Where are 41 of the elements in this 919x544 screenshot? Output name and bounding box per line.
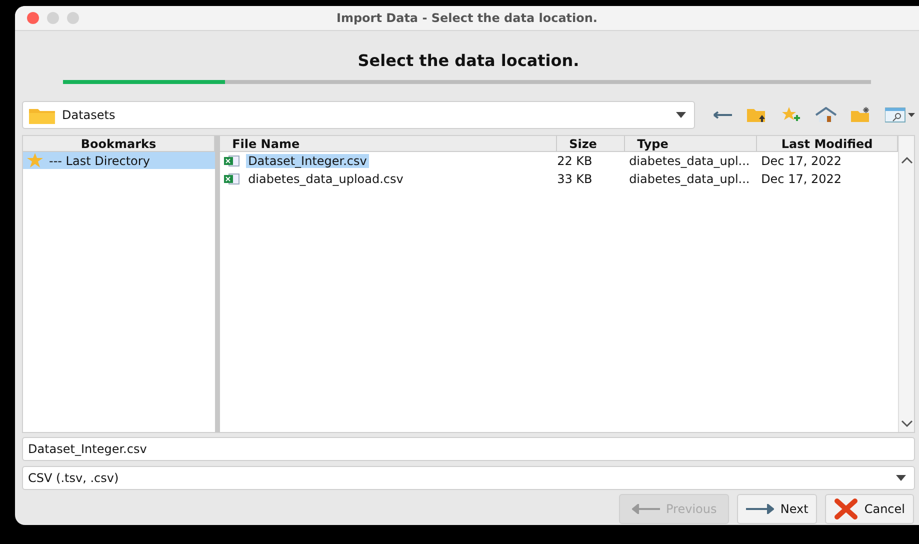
window-title: Import Data - Select the data location. [336, 11, 598, 25]
dialog-button[interactable]: Cancel [825, 494, 914, 524]
file-name[interactable]: Dataset_Integer.csv [246, 154, 369, 168]
column-header[interactable]: Type [625, 136, 758, 152]
location-dropdown[interactable]: Datasets [22, 101, 695, 129]
table-cell: diabetes_data_upl... [629, 172, 750, 186]
table-cell: 22 KB [557, 154, 592, 168]
close-button[interactable] [27, 12, 39, 24]
file-name-field[interactable]: Dataset_Integer.csv [22, 437, 915, 461]
home-icon[interactable] [815, 107, 837, 123]
cross-icon [834, 498, 858, 520]
scrollbar[interactable] [898, 136, 914, 432]
dialog-button[interactable]: Next [737, 494, 818, 524]
table-cell: 33 KB [557, 172, 592, 186]
column-header[interactable]: File Name [220, 136, 558, 152]
spreadsheet-file-icon [224, 173, 240, 185]
view-menu-icon[interactable] [885, 107, 915, 123]
table-cell: Dec 17, 2022 [761, 172, 842, 186]
star-icon [27, 153, 43, 168]
bookmark-item[interactable]: --- Last Directory [23, 152, 216, 169]
table-cell: diabetes_data_upl... [629, 154, 750, 168]
folder-icon [29, 106, 55, 124]
splitter-handle[interactable] [215, 136, 220, 432]
scroll-down-icon[interactable] [900, 420, 913, 428]
caret-icon [676, 112, 686, 118]
column-header[interactable]: Last Modified [757, 136, 898, 152]
column-header[interactable]: Bookmarks [23, 136, 216, 152]
page-heading: Select the data location. [358, 51, 580, 70]
table-cell: Dec 17, 2022 [761, 154, 842, 168]
file-type-dropdown[interactable]: CSV (.tsv, .csv) [22, 466, 915, 490]
file-name[interactable]: diabetes_data_upload.csv [246, 172, 406, 186]
right-arrow-icon [746, 504, 774, 514]
left-arrow-icon [632, 504, 660, 514]
caret-icon [896, 475, 906, 481]
back-arrow-icon[interactable] [713, 110, 733, 120]
scroll-up-icon[interactable] [900, 156, 913, 164]
star-add-icon[interactable] [781, 107, 801, 123]
column-header[interactable]: Size [557, 136, 626, 152]
new-folder-icon[interactable] [851, 107, 871, 123]
folder-up-icon[interactable] [747, 107, 767, 123]
spreadsheet-file-icon [224, 155, 240, 167]
